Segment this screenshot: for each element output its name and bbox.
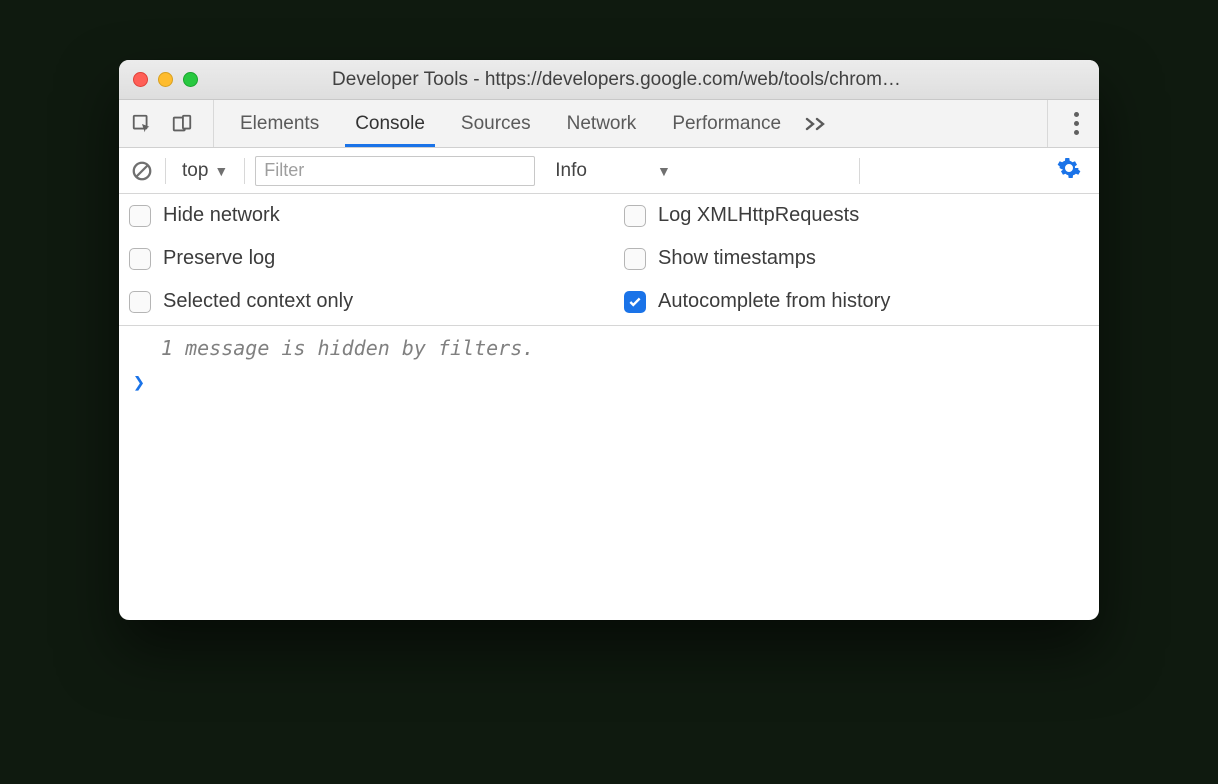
console-prompt[interactable]: ❯ <box>133 370 1085 394</box>
checkbox[interactable] <box>129 248 151 270</box>
console-output: 1 message is hidden by filters. ❯ <box>119 326 1099 620</box>
zoom-window-button[interactable] <box>183 72 198 87</box>
setting-label: Selected context only <box>163 290 353 313</box>
filtered-message-notice: 1 message is hidden by filters. <box>133 336 1085 360</box>
tab-sources[interactable]: Sources <box>443 100 549 147</box>
setting-label: Log XMLHttpRequests <box>658 204 859 227</box>
console-settings-icon[interactable] <box>1049 152 1089 190</box>
more-options-button[interactable] <box>1064 106 1089 141</box>
devtools-tabbar: Elements Console Sources Network Perform… <box>119 100 1099 148</box>
device-toggle-icon[interactable] <box>169 111 195 137</box>
setting-autocomplete-history[interactable]: Autocomplete from history <box>624 290 1089 313</box>
chevron-down-icon: ▼ <box>214 163 228 179</box>
checkbox[interactable] <box>624 291 646 313</box>
log-level-selector[interactable]: Info ▼ <box>545 160 671 182</box>
window-title: Developer Tools - https://developers.goo… <box>208 69 1085 91</box>
tab-performance[interactable]: Performance <box>654 100 799 147</box>
close-window-button[interactable] <box>133 72 148 87</box>
tab-network[interactable]: Network <box>549 100 655 147</box>
tab-elements[interactable]: Elements <box>222 100 337 147</box>
console-settings-panel: Hide network Log XMLHttpRequests Preserv… <box>119 194 1099 326</box>
tabs-overflow-button[interactable] <box>799 100 833 147</box>
setting-selected-context[interactable]: Selected context only <box>129 290 594 313</box>
chevron-down-icon: ▼ <box>657 163 671 179</box>
setting-label: Hide network <box>163 204 280 227</box>
checkbox[interactable] <box>624 248 646 270</box>
inspect-element-icon[interactable] <box>129 111 155 137</box>
setting-preserve-log[interactable]: Preserve log <box>129 247 594 270</box>
context-selector[interactable]: top ▼ <box>176 158 234 184</box>
titlebar: Developer Tools - https://developers.goo… <box>119 60 1099 100</box>
checkbox[interactable] <box>129 291 151 313</box>
setting-hide-network[interactable]: Hide network <box>129 204 594 227</box>
checkbox[interactable] <box>624 205 646 227</box>
minimize-window-button[interactable] <box>158 72 173 87</box>
setting-log-xhr[interactable]: Log XMLHttpRequests <box>624 204 1089 227</box>
checkbox[interactable] <box>129 205 151 227</box>
tab-console[interactable]: Console <box>337 100 443 147</box>
context-label: top <box>182 160 208 182</box>
clear-console-icon[interactable] <box>129 158 155 184</box>
log-level-label: Info <box>555 160 587 182</box>
panel-tabs: Elements Console Sources Network Perform… <box>222 100 833 147</box>
devtools-window: Developer Tools - https://developers.goo… <box>119 60 1099 620</box>
setting-show-timestamps[interactable]: Show timestamps <box>624 247 1089 270</box>
setting-label: Show timestamps <box>658 247 816 270</box>
setting-label: Preserve log <box>163 247 275 270</box>
console-toolbar: top ▼ Info ▼ <box>119 148 1099 194</box>
setting-label: Autocomplete from history <box>658 290 890 313</box>
filter-input[interactable] <box>255 156 535 186</box>
traffic-lights <box>133 72 198 87</box>
